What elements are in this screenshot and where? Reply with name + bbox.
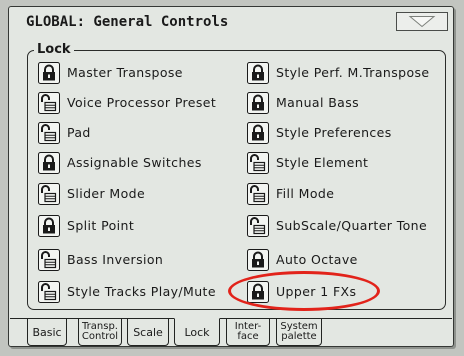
lock-closed-icon[interactable] [247,92,269,114]
lock-item-label: Split Point [67,218,135,233]
lock-group-label: Lock [34,43,74,57]
lock-open-icon[interactable] [247,215,269,237]
tab-lock[interactable]: Lock [174,318,220,346]
lock-open-icon[interactable] [38,183,60,205]
lock-item-label: SubScale/Quarter Tone [276,218,428,233]
tab-label-line: Control [81,331,119,342]
lock-toggle-style-preferences[interactable]: Style Preferences [247,122,447,144]
lock-toggle-slider-mode[interactable]: Slider Mode [38,183,244,205]
lock-open-icon[interactable] [38,122,60,144]
lock-item-label: Assignable Switches [67,155,202,170]
lock-item-label: Style Tracks Play/Mute [67,284,216,299]
lock-item-label: Manual Bass [276,95,360,110]
lock-toggle-pad[interactable]: Pad [38,122,244,144]
lock-toggle-bass-inversion[interactable]: Bass Inversion [38,249,244,271]
tab-label: Lock [184,325,210,339]
lock-toggle-voice-processor-preset[interactable]: Voice Processor Preset [38,92,244,114]
lock-toggle-style-element[interactable]: Style Element [247,152,447,174]
lock-item-label: Style Preferences [276,125,392,140]
page-menu-button[interactable] [396,12,448,31]
lock-open-icon[interactable] [247,183,269,205]
lock-toggle-subscale-quarter-tone[interactable]: SubScale/Quarter Tone [247,215,447,237]
lock-open-icon[interactable] [38,92,60,114]
lock-toggle-fill-mode[interactable]: Fill Mode [247,183,447,205]
lock-item-label: Fill Mode [276,186,335,201]
lock-item-label: Upper 1 FXs [276,284,357,299]
lock-toggle-style-perf-m-transpose[interactable]: Style Perf. M.Transpose [247,62,447,84]
tab-label: Scale [133,325,163,339]
lock-closed-icon[interactable] [38,215,60,237]
tab-scale[interactable]: Scale [127,318,169,346]
lock-item-label: Voice Processor Preset [67,95,217,110]
lock-closed-icon[interactable] [247,281,269,303]
lock-item-label: Bass Inversion [67,252,164,267]
lock-toggle-split-point[interactable]: Split Point [38,215,244,237]
lock-item-label: Slider Mode [67,186,146,201]
tab-basic[interactable]: Basic [27,318,67,346]
lock-toggle-assignable-switches[interactable]: Assignable Switches [38,152,244,174]
tab-label-line: palette [281,331,317,342]
lock-open-icon[interactable] [38,281,60,303]
lock-item-label: Style Element [276,155,369,170]
lock-toggle-upper-1-fxs[interactable]: Upper 1 FXs [247,281,447,303]
global-general-controls-screen: GLOBAL: General Controls Lock Master Tra… [8,6,454,347]
lock-toggle-style-tracks-play-mute[interactable]: Style Tracks Play/Mute [38,281,244,303]
dropdown-arrow-icon [396,12,448,31]
tab-bar-divider [10,318,452,319]
lock-group-box [27,50,446,310]
tab-transp-control[interactable]: Transp. Control [78,318,122,346]
lock-open-icon[interactable] [247,152,269,174]
lock-closed-icon[interactable] [247,62,269,84]
page-title: GLOBAL: General Controls [26,14,229,30]
lock-closed-icon[interactable] [38,152,60,174]
lock-closed-icon[interactable] [247,122,269,144]
lock-closed-icon[interactable] [247,249,269,271]
tab-label-line: face [237,331,259,342]
lock-item-label: Auto Octave [276,252,358,267]
lock-item-label: Pad [67,125,91,140]
lock-toggle-manual-bass[interactable]: Manual Bass [247,92,447,114]
tab-label: Basic [32,325,62,339]
lock-toggle-auto-octave[interactable]: Auto Octave [247,249,447,271]
lock-item-label: Master Transpose [67,65,183,80]
lock-toggle-master-transpose[interactable]: Master Transpose [38,62,244,84]
tab-interface[interactable]: Inter- face [226,318,270,346]
lock-item-label: Style Perf. M.Transpose [276,65,430,80]
lock-open-icon[interactable] [38,249,60,271]
tab-system-palette[interactable]: System palette [276,318,322,346]
lock-closed-icon[interactable] [38,62,60,84]
